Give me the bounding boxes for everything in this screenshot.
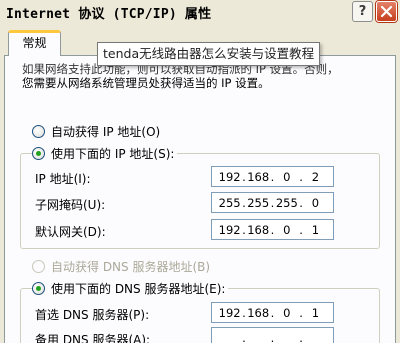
octet-separator: . (242, 330, 246, 343)
gateway-octet-4: 1 (311, 222, 320, 237)
gateway-octet-2: 168 (247, 222, 270, 237)
default-gateway-input[interactable]: 192. 168. 0. 1 (211, 219, 334, 240)
close-icon (380, 5, 393, 18)
ip-address-octet-3: 0 (283, 169, 291, 184)
help-button[interactable]: ? (352, 1, 373, 22)
ip-manual-label: 使用下面的 IP 地址(S): (51, 146, 175, 161)
tab-general[interactable]: 常规 (8, 30, 61, 56)
ip-manual-radio[interactable] (32, 146, 45, 160)
dns-manual-label: 使用下面的 DNS 服务器地址(E): (51, 281, 226, 296)
octet-separator: . (270, 330, 275, 343)
subnet-mask-octet-3: 255 (275, 195, 298, 210)
dns-auto-label: 自动获得 DNS 服务器地址(B) (51, 259, 211, 274)
default-gateway-label: 默认网关(D): (35, 225, 106, 239)
dns-manual-option[interactable]: 使用下面的 DNS 服务器地址(E): (32, 280, 229, 296)
preferred-dns-octet-2: 168 (247, 305, 270, 320)
dns-manual-radio[interactable] (32, 281, 45, 295)
alternate-dns-label: 备用 DNS 服务器(A): (35, 333, 151, 343)
gateway-octet-1: 192 (218, 222, 241, 237)
octet-separator: . (299, 330, 303, 343)
close-button[interactable] (376, 1, 397, 22)
title-bar: Internet 协议 (TCP/IP) 属性 ? (0, 0, 400, 26)
description-text: 如果网络支持此功能，则可以获取自动指派的 IP 设置。否则， 您需要从网络系统管… (22, 62, 392, 90)
ip-manual-option[interactable]: 使用下面的 IP 地址(S): (32, 145, 178, 161)
ip-address-octet-2: 168 (247, 169, 270, 184)
ip-auto-label: 自动获得 IP 地址(O) (51, 124, 161, 139)
gateway-octet-3: 0 (283, 222, 291, 237)
ip-address-octet-1: 192 (218, 169, 241, 184)
dns-auto-radio[interactable] (32, 259, 45, 273)
preferred-dns-octet-4: 1 (311, 305, 320, 320)
preferred-dns-label: 首选 DNS 服务器(P): (35, 308, 150, 322)
ip-auto-option[interactable]: 自动获得 IP 地址(O) (32, 123, 164, 139)
ip-auto-radio[interactable] (32, 124, 45, 138)
tooltip: tenda无线路由器怎么安装与设置教程 (97, 42, 321, 66)
preferred-dns-input[interactable]: 192. 168. 0. 1 (211, 302, 334, 323)
alternate-dns-input[interactable]: . . . (211, 327, 334, 343)
subnet-mask-octet-2: 255 (247, 195, 270, 210)
subnet-mask-input[interactable]: 255. 255. 255. 0 (211, 192, 334, 213)
ip-address-label: IP 地址(I): (35, 172, 91, 186)
ip-address-octet-4: 2 (311, 169, 320, 184)
preferred-dns-octet-3: 0 (283, 305, 291, 320)
description-line-2: 您需要从网络系统管理员处获得适当的 IP 设置。 (22, 76, 270, 90)
preferred-dns-octet-1: 192 (218, 305, 241, 320)
subnet-mask-octet-1: 255 (218, 195, 241, 210)
window-title: Internet 协议 (TCP/IP) 属性 (6, 7, 212, 22)
subnet-mask-octet-4: 0 (311, 195, 320, 210)
dns-auto-option[interactable]: 自动获得 DNS 服务器地址(B) (32, 258, 214, 274)
ip-address-input[interactable]: 192. 168. 0. 2 (211, 166, 334, 187)
subnet-mask-label: 子网掩码(U): (35, 198, 106, 212)
